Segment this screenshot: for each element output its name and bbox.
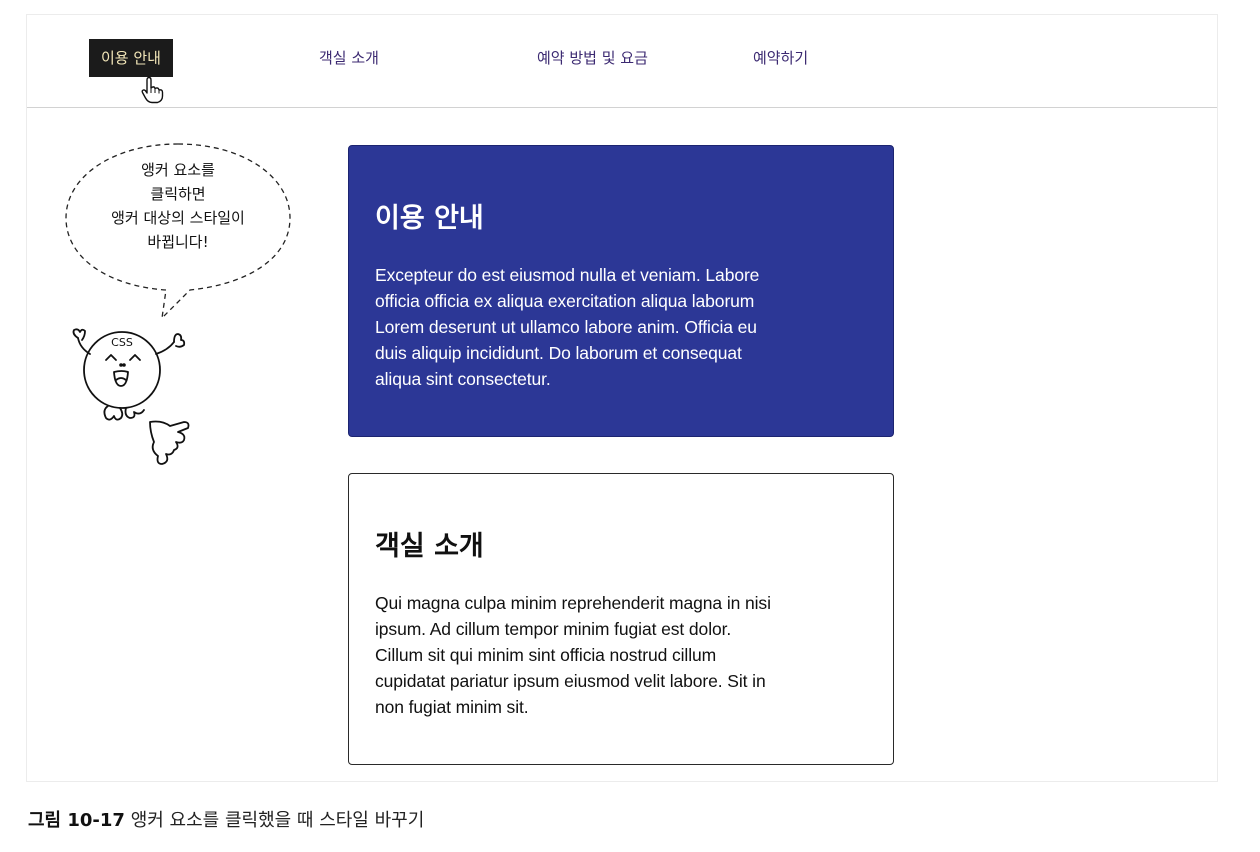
- paragraph-line: aliqua sint consectetur.: [375, 369, 551, 389]
- paragraph-line: cupidatat pariatur ipsum eiusmod velit l…: [375, 671, 766, 691]
- nav-link-book[interactable]: 예약하기: [753, 39, 808, 77]
- section-guide-card: 이용 안내 Excepteur do est eiusmod nulla et …: [348, 145, 894, 437]
- section-rooms-title: 객실 소개: [375, 531, 484, 562]
- bubble-line: 앵커 요소를: [141, 161, 215, 179]
- figure-caption: 그림 10-17 앵커 요소를 클릭했을 때 스타일 바꾸기: [28, 806, 424, 832]
- figure-caption-text: 앵커 요소를 클릭했을 때 스타일 바꾸기: [130, 810, 425, 831]
- paragraph-line: Cillum sit qui minim sint officia nostru…: [375, 645, 717, 665]
- mascot-badge: CSS: [111, 336, 133, 349]
- top-nav: 이용 안내 객실 소개 예약 방법 및 요금 예약하기: [27, 15, 1217, 108]
- section-rooms-body: Qui magna culpa minim reprehenderit magn…: [375, 590, 867, 720]
- paragraph-line: Lorem deserunt ut ullamco labore anim. O…: [375, 317, 757, 337]
- nav-link-reservation-info[interactable]: 예약 방법 및 요금: [537, 39, 648, 77]
- paragraph-line: non fugiat minim sit.: [375, 697, 529, 717]
- section-guide-body: Excepteur do est eiusmod nulla et veniam…: [375, 262, 867, 392]
- nav-link-guide[interactable]: 이용 안내: [89, 39, 173, 77]
- paragraph-line: ipsum. Ad cillum tempor minim fugiat est…: [375, 619, 732, 639]
- bubble-line: 클릭하면: [150, 185, 206, 203]
- nav-link-rooms[interactable]: 객실 소개: [319, 39, 379, 77]
- paragraph-line: duis aliquip incididunt. Do laborum et c…: [375, 343, 742, 363]
- css-mascot-illustration: CSS: [72, 328, 190, 465]
- bubble-line: 바뀝니다!: [147, 233, 209, 251]
- paragraph-line: officia officia ex aliqua exercitation a…: [375, 291, 755, 311]
- section-guide-title: 이용 안내: [375, 203, 484, 234]
- bubble-line: 앵커 대상의 스타일이: [111, 209, 245, 227]
- paragraph-line: Excepteur do est eiusmod nulla et veniam…: [375, 265, 760, 285]
- pointer-hand-icon: [141, 76, 164, 104]
- paragraph-line: Qui magna culpa minim reprehenderit magn…: [375, 593, 771, 613]
- figure-number: 그림 10-17: [28, 810, 125, 831]
- section-rooms-card: 객실 소개 Qui magna culpa minim reprehenderi…: [348, 473, 894, 765]
- speech-bubble-text: 앵커 요소를 클릭하면 앵커 대상의 스타일이 바뀝니다!: [62, 158, 294, 254]
